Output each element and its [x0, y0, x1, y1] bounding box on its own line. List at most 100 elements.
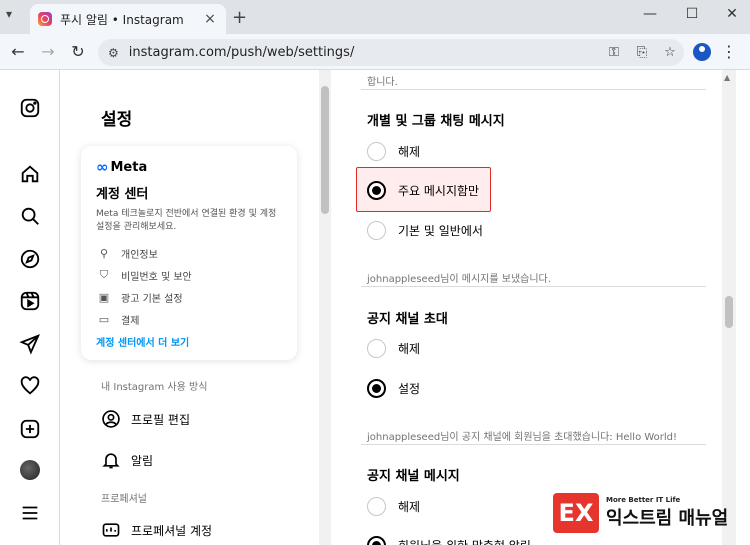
- reels-icon[interactable]: [18, 289, 42, 313]
- option-label: 기본 및 일반에서: [398, 224, 483, 238]
- accounts-center-personal-info[interactable]: ⚲ 개인정보: [96, 242, 282, 264]
- option-invites-on[interactable]: 설정: [367, 379, 420, 398]
- sidebar-item-professional-account[interactable]: 프로페셔널 계정: [101, 520, 212, 540]
- divider: [361, 89, 706, 90]
- back-button[interactable]: ←: [8, 42, 28, 61]
- example-note-invites: johnappleseed님이 공지 채널에 회원님을 초대했습니다: Hell…: [367, 432, 678, 443]
- sidebar-item-label: 알림: [131, 453, 154, 468]
- profile-circle-icon: [102, 410, 120, 428]
- content-scrollbar-thumb[interactable]: [725, 296, 733, 328]
- reload-button[interactable]: ↻: [68, 42, 88, 61]
- site-info-icon[interactable]: ⚙: [108, 46, 119, 60]
- row-label: 개인정보: [121, 249, 158, 261]
- home-icon[interactable]: [18, 162, 42, 186]
- option-label: 해제: [398, 342, 421, 356]
- section-label-usage: 내 Instagram 사용 방식: [101, 382, 208, 393]
- divider: [361, 444, 706, 445]
- meta-infinity-icon: ∞: [96, 158, 109, 176]
- install-icon[interactable]: ⎘: [628, 45, 656, 60]
- option-channel-messages-personalized[interactable]: 회원님을 위한 맞춤형 알림: [367, 536, 531, 545]
- option-label: 해제: [398, 145, 421, 159]
- key-icon[interactable]: ⚿: [600, 45, 628, 60]
- push-settings-content: 합니다. 개별 및 그룹 채팅 메시지 해제 주요 메시지함만 기본 및 일반에…: [333, 70, 720, 545]
- search-icon[interactable]: [18, 204, 42, 228]
- accounts-center-title: 계정 센터: [96, 187, 149, 202]
- sidebar-scrollbar[interactable]: [319, 70, 331, 545]
- address-bar[interactable]: ⚙ instagram.com/push/web/settings/ ⚿ ⎘ ☆: [98, 39, 684, 66]
- sidebar-scrollbar-thumb[interactable]: [321, 86, 329, 214]
- instagram-favicon-icon: [38, 12, 52, 26]
- option-chat-primary-only[interactable]: 주요 메시지함만: [367, 181, 479, 200]
- professional-dashboard-icon: [102, 523, 120, 537]
- settings-title: 설정: [101, 110, 133, 130]
- meta-logo: ∞ Meta: [96, 158, 282, 176]
- close-window-button[interactable]: ✕: [722, 6, 742, 22]
- section-label-professional: 프로페셔널: [101, 494, 147, 505]
- shield-icon: ⛉: [99, 268, 109, 281]
- messages-icon[interactable]: [18, 332, 42, 356]
- content-scrollbar[interactable]: ▲: [722, 70, 736, 545]
- radio-button-selected[interactable]: [367, 379, 386, 398]
- instagram-logo-icon[interactable]: [18, 96, 42, 120]
- sidebar-item-notifications[interactable]: 알림: [101, 450, 153, 470]
- top-note-text: 합니다.: [367, 77, 398, 88]
- forward-button[interactable]: →: [38, 42, 58, 61]
- option-label: 회원님을 위한 맞춤형 알림: [398, 537, 531, 545]
- option-channel-messages-off[interactable]: 해제: [367, 497, 420, 516]
- watermark-name: 익스트림 매뉴얼: [606, 508, 729, 529]
- browser-tab-active[interactable]: 푸시 알림 • Instagram ×: [30, 4, 226, 34]
- url-text[interactable]: instagram.com/push/web/settings/: [129, 45, 600, 60]
- option-chat-primary-general[interactable]: 기본 및 일반에서: [367, 221, 483, 240]
- sidebar-item-label: 프로페셔널 계정: [131, 523, 213, 538]
- radio-button[interactable]: [367, 497, 386, 516]
- radio-button-selected[interactable]: [367, 181, 386, 200]
- more-menu-icon[interactable]: [18, 501, 42, 525]
- accounts-center-description: Meta 테크놀로지 전반에서 연결된 환경 및 계정 설정을 관리해보세요.: [96, 209, 277, 232]
- radio-button[interactable]: [367, 339, 386, 358]
- new-tab-button[interactable]: +: [232, 7, 247, 28]
- settings-sidebar: 설정 ∞ Meta 계정 센터 Meta 테크놀로지 전반에서 연결된 환경 및…: [61, 70, 317, 545]
- accounts-center-card[interactable]: ∞ Meta 계정 센터 Meta 테크놀로지 전반에서 연결된 환경 및 계정…: [81, 146, 297, 360]
- profile-avatar-icon[interactable]: [693, 43, 711, 61]
- group-title-channel-messages: 공지 채널 메시지: [367, 469, 460, 484]
- person-icon: ⚲: [99, 246, 109, 260]
- row-label: 결제: [121, 315, 140, 327]
- watermark-ex-icon: EX: [553, 493, 599, 533]
- radio-button[interactable]: [367, 142, 386, 161]
- browser-toolbar: ← → ↻ ⚙ instagram.com/push/web/settings/…: [0, 34, 750, 70]
- row-label: 비밀번호 및 보안: [121, 271, 192, 283]
- option-invites-off[interactable]: 해제: [367, 339, 420, 358]
- bookmark-star-icon[interactable]: ☆: [656, 45, 684, 60]
- meta-brand-text: Meta: [110, 159, 148, 175]
- watermark-tagline: More Better IT Life: [606, 496, 681, 504]
- group-title-channel-invites: 공지 채널 초대: [367, 312, 448, 327]
- browser-menu-icon[interactable]: ⋮: [721, 42, 737, 61]
- accounts-center-more-link[interactable]: 계정 센터에서 더 보기: [96, 334, 282, 349]
- option-chat-off[interactable]: 해제: [367, 142, 420, 161]
- notifications-heart-icon[interactable]: [18, 374, 42, 398]
- watermark-logo: EX More Better IT Life 익스트림 매뉴얼: [553, 493, 728, 533]
- sidebar-item-label: 프로필 편집: [131, 412, 191, 427]
- accounts-center-payments[interactable]: ▭ 결제: [96, 308, 282, 330]
- group-title-chat-messages: 개별 및 그룹 채팅 메시지: [367, 114, 505, 129]
- create-icon[interactable]: [18, 417, 42, 441]
- minimize-button[interactable]: —: [640, 6, 660, 22]
- tab-close-icon[interactable]: ×: [202, 11, 218, 27]
- scroll-up-arrow-icon[interactable]: ▲: [724, 73, 730, 82]
- ad-preferences-icon: ▣: [98, 290, 110, 304]
- accounts-center-ad-preferences[interactable]: ▣ 광고 기본 설정: [96, 286, 282, 308]
- radio-button-selected[interactable]: [367, 536, 386, 545]
- maximize-button[interactable]: ☐: [682, 6, 702, 22]
- option-label: 해제: [398, 500, 421, 514]
- option-label: 설정: [398, 382, 421, 396]
- tab-search-icon[interactable]: ▾: [6, 7, 12, 21]
- sidebar-item-edit-profile[interactable]: 프로필 편집: [101, 409, 190, 429]
- accounts-center-password-security[interactable]: ⛉ 비밀번호 및 보안: [96, 264, 282, 286]
- tab-title: 푸시 알림 • Instagram: [60, 12, 184, 27]
- row-label: 광고 기본 설정: [121, 293, 183, 305]
- radio-button[interactable]: [367, 221, 386, 240]
- divider: [361, 286, 706, 287]
- explore-icon[interactable]: [18, 247, 42, 271]
- browser-tab-bar: ▾ 푸시 알림 • Instagram × + — ☐ ✕: [0, 0, 750, 34]
- profile-avatar[interactable]: [20, 460, 40, 480]
